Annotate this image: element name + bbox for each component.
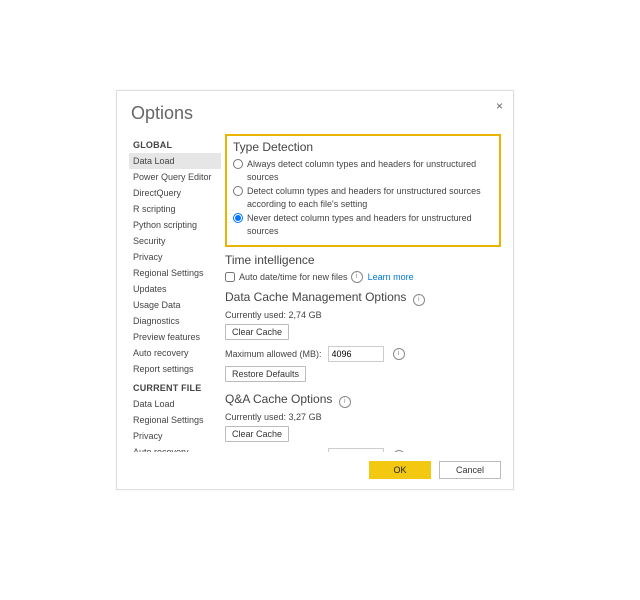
type-detection-label: Never detect column types and headers fo…: [247, 212, 493, 238]
qa-cache-max-row: Maximum allowed (MB): i: [225, 448, 501, 452]
type-detection-option[interactable]: Always detect column types and headers f…: [233, 158, 493, 184]
sidebar-scroll[interactable]: GLOBALData LoadPower Query EditorDirectQ…: [129, 134, 221, 452]
main-panel: Type Detection Always detect column type…: [225, 134, 501, 452]
type-detection-option[interactable]: Detect column types and headers for unst…: [233, 185, 493, 211]
type-detection-option[interactable]: Never detect column types and headers fo…: [233, 212, 493, 238]
sidebar-item[interactable]: Privacy: [129, 249, 221, 265]
sidebar-item[interactable]: Auto recovery: [129, 345, 221, 361]
dialog-title: Options: [131, 103, 501, 124]
auto-datetime-row: Auto date/time for new files i Learn mor…: [225, 271, 501, 284]
data-cache-clear-button[interactable]: Clear Cache: [225, 324, 289, 340]
qa-cache-title: Q&A Cache Options i: [225, 392, 501, 408]
options-dialog: × Options GLOBALData LoadPower Query Edi…: [116, 90, 514, 490]
sidebar-group-header: GLOBAL: [133, 140, 221, 150]
learn-more-link[interactable]: Learn more: [368, 271, 414, 284]
data-cache-max-label: Maximum allowed (MB):: [225, 349, 322, 359]
auto-datetime-label: Auto date/time for new files: [239, 271, 348, 284]
sidebar-item[interactable]: R scripting: [129, 201, 221, 217]
info-icon[interactable]: i: [393, 348, 405, 360]
sidebar-item[interactable]: Auto recovery: [129, 444, 221, 452]
info-icon[interactable]: i: [351, 271, 363, 283]
sidebar-group-header: CURRENT FILE: [133, 383, 221, 393]
data-cache-title: Data Cache Management Options i: [225, 290, 501, 306]
sidebar-item[interactable]: Privacy: [129, 428, 221, 444]
sidebar-item[interactable]: Preview features: [129, 329, 221, 345]
data-cache-max-row: Maximum allowed (MB): i: [225, 346, 501, 362]
time-intelligence-title: Time intelligence: [225, 253, 501, 267]
type-detection-radio[interactable]: [233, 213, 243, 223]
sidebar-item[interactable]: Data Load: [129, 396, 221, 412]
qa-cache-current: Currently used: 3,27 GB: [225, 412, 501, 422]
type-detection-radio[interactable]: [233, 186, 243, 196]
info-icon[interactable]: i: [413, 294, 425, 306]
data-cache-current: Currently used: 2,74 GB: [225, 310, 501, 320]
sidebar-item[interactable]: Regional Settings: [129, 412, 221, 428]
sidebar: GLOBALData LoadPower Query EditorDirectQ…: [129, 134, 221, 452]
type-detection-radio[interactable]: [233, 159, 243, 169]
sidebar-item[interactable]: Report settings: [129, 361, 221, 377]
close-icon[interactable]: ×: [496, 99, 503, 113]
type-detection-label: Always detect column types and headers f…: [247, 158, 493, 184]
sidebar-item[interactable]: Diagnostics: [129, 313, 221, 329]
data-cache-restore-button[interactable]: Restore Defaults: [225, 366, 306, 382]
qa-cache-max-label: Maximum allowed (MB):: [225, 451, 322, 452]
qa-cache-max-input[interactable]: [328, 448, 384, 452]
dialog-body: GLOBALData LoadPower Query EditorDirectQ…: [129, 134, 501, 452]
cancel-button[interactable]: Cancel: [439, 461, 501, 479]
sidebar-item[interactable]: Power Query Editor: [129, 169, 221, 185]
type-detection-label: Detect column types and headers for unst…: [247, 185, 493, 211]
type-detection-title: Type Detection: [233, 140, 493, 154]
sidebar-item[interactable]: Data Load: [129, 153, 221, 169]
sidebar-item[interactable]: Python scripting: [129, 217, 221, 233]
sidebar-item[interactable]: Updates: [129, 281, 221, 297]
ok-button[interactable]: OK: [369, 461, 431, 479]
info-icon[interactable]: i: [339, 396, 351, 408]
type-detection-highlight: Type Detection Always detect column type…: [225, 134, 501, 247]
sidebar-item[interactable]: Regional Settings: [129, 265, 221, 281]
auto-datetime-checkbox[interactable]: [225, 272, 235, 282]
info-icon[interactable]: i: [393, 450, 405, 452]
qa-cache-clear-button[interactable]: Clear Cache: [225, 426, 289, 442]
sidebar-item[interactable]: Usage Data: [129, 297, 221, 313]
data-cache-max-input[interactable]: [328, 346, 384, 362]
sidebar-item[interactable]: DirectQuery: [129, 185, 221, 201]
sidebar-item[interactable]: Security: [129, 233, 221, 249]
dialog-footer: OK Cancel: [369, 461, 501, 479]
